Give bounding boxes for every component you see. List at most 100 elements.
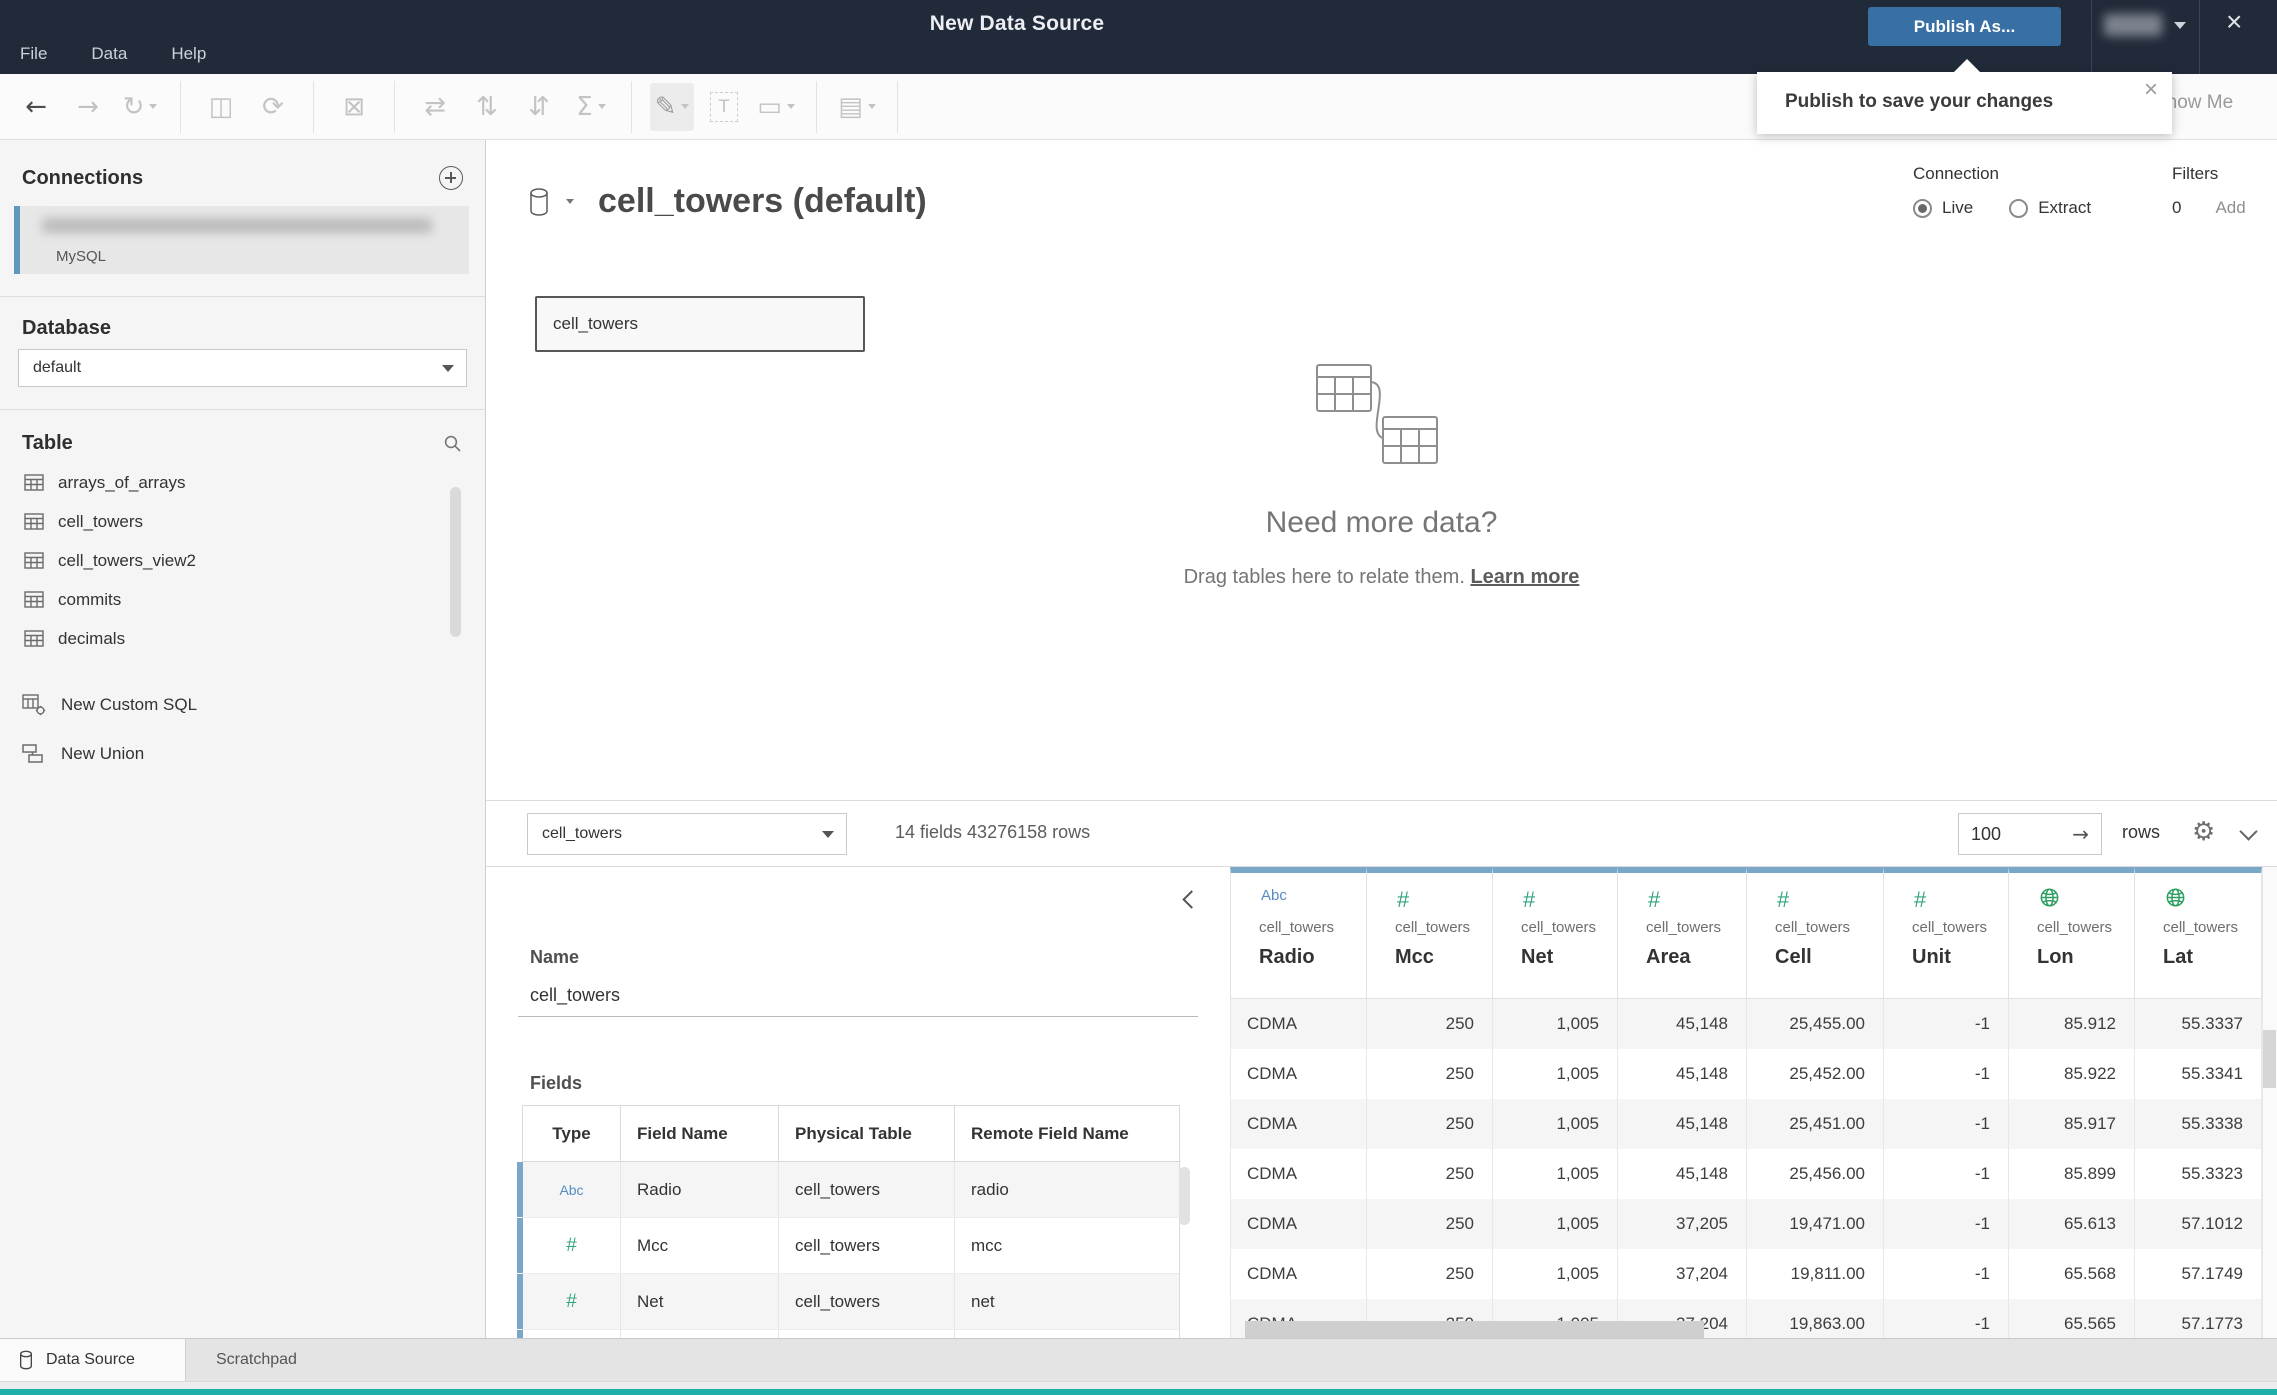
grid-data-row[interactable]: CDMA 250 1,005 37,204 19,811.00 -1 65.568 57.17… <box>1230 1249 2277 1299</box>
redo-icon[interactable]: → <box>66 83 110 131</box>
database-header: Database <box>22 317 111 339</box>
search-icon[interactable] <box>443 434 463 454</box>
tab-scratchpad[interactable]: Scratchpad <box>186 1339 297 1381</box>
close-window-icon[interactable]: × <box>2226 8 2242 36</box>
empty-state-title: Need more data? <box>1265 506 1498 539</box>
sidebar-table-decimals[interactable]: decimals <box>0 619 485 658</box>
new-custom-sql-item[interactable]: New Custom SQL <box>0 694 485 716</box>
grid-cell: 55.3323 <box>2135 1149 2262 1199</box>
grid-col-header-lon[interactable]: cell_towers Lon <box>2009 867 2135 999</box>
refresh-data-icon[interactable]: ⟳ <box>251 83 295 131</box>
grid-data-row[interactable]: CDMA 250 1,005 45,148 25,451.00 -1 85.917 55.33… <box>1230 1099 2277 1149</box>
grid-cell: 45,148 <box>1618 999 1747 1049</box>
apply-arrow-icon[interactable]: → <box>2072 822 2089 846</box>
table-chip-cell-towers[interactable]: cell_towers <box>535 296 865 352</box>
swap-rows-columns-icon[interactable]: ⇄ <box>413 83 457 131</box>
clear-sheet-icon[interactable]: ⊠ <box>332 83 376 131</box>
window-title: New Data Source <box>929 12 1105 35</box>
field-row[interactable]: Abc Radio cell_towers radio <box>517 1162 1179 1218</box>
fit-icon-glyph: ▭ <box>757 91 782 122</box>
datasource-menu-caret-icon[interactable] <box>566 199 574 204</box>
grid-cell: 1,005 <box>1493 1099 1618 1149</box>
user-account-menu[interactable] <box>2104 14 2186 36</box>
grid-cell: 1,005 <box>1493 1199 1618 1249</box>
sidebar-table-arrays_of_arrays[interactable]: arrays_of_arrays <box>0 463 485 502</box>
connection-type-label: MySQL <box>56 248 107 265</box>
grid-col-header-mcc[interactable]: # cell_towers Mcc <box>1367 867 1493 999</box>
grid-col-header-radio[interactable]: Abc cell_towers Radio <box>1230 867 1367 999</box>
field-row[interactable]: # Net cell_towers net <box>517 1274 1179 1330</box>
database-cylinder-icon <box>527 187 551 217</box>
extract-radio[interactable]: Extract <box>2009 198 2091 218</box>
table-name-label: cell_towers <box>58 511 144 531</box>
grid-header-row: Abc cell_towers Radio # cell_towers Mcc # cell_… <box>1230 867 2277 999</box>
sidebar-table-cell_towers_view2[interactable]: cell_towers_view2 <box>0 541 485 580</box>
grid-cell: 85.899 <box>2009 1149 2135 1199</box>
undo-icon[interactable]: ← <box>14 83 58 131</box>
grid-col-header-lat[interactable]: cell_towers Lat <box>2135 867 2262 999</box>
grid-cell: 65.613 <box>2009 1199 2135 1249</box>
sidebar-scrollbar-thumb[interactable] <box>450 487 461 637</box>
fields-col-header: Field Name <box>621 1106 779 1162</box>
live-radio[interactable]: Live <box>1913 198 1973 218</box>
grid-col-header-area[interactable]: # cell_towers Area <box>1618 867 1747 999</box>
totals-icon[interactable]: Σ <box>569 83 613 131</box>
grid-data-row[interactable]: CDMA 250 1,005 45,148 25,456.00 -1 85.899 55.33… <box>1230 1149 2277 1199</box>
menu-help[interactable]: Help <box>171 44 206 64</box>
preview-table-select[interactable]: cell_towers <box>527 813 847 855</box>
menu-data[interactable]: Data <box>91 44 127 64</box>
grid-data-row[interactable]: CDMA 250 1,005 45,148 25,455.00 -1 85.912 55.33… <box>1230 999 2277 1049</box>
grid-vertical-scrollbar[interactable] <box>2262 867 2277 1338</box>
grid-horizontal-scrollbar-thumb[interactable] <box>1245 1321 1704 1338</box>
gear-icon[interactable]: ⚙ <box>2192 817 2215 847</box>
grid-data-row[interactable]: CDMA 250 1,005 37,205 19,471.00 -1 65.613 57.10… <box>1230 1199 2277 1249</box>
field-row[interactable]: # Mcc cell_towers mcc <box>517 1218 1179 1274</box>
collapse-pane-icon[interactable] <box>1182 890 1201 909</box>
grid-cell: -1 <box>1884 1249 2009 1299</box>
new-union-item[interactable]: New Union <box>0 744 485 764</box>
publish-as-button[interactable]: Publish As... <box>1868 7 2061 46</box>
pause-updates-icon-glyph: ◫ <box>208 91 234 122</box>
grid-col-header-net[interactable]: # cell_towers Net <box>1493 867 1618 999</box>
text-label-icon[interactable]: T <box>702 83 746 131</box>
sort-ascending-icon[interactable]: ⇅ <box>465 83 509 131</box>
sidebar-table-cell_towers[interactable]: cell_towers <box>0 502 485 541</box>
grid-data-row[interactable]: CDMA 250 1,005 45,148 25,452.00 -1 85.922 55.33… <box>1230 1049 2277 1099</box>
fit-icon[interactable]: ▭ <box>754 83 798 131</box>
field-row[interactable] <box>517 1330 1179 1338</box>
filters-label: Filters <box>2172 164 2219 183</box>
add-connection-icon[interactable] <box>439 166 463 190</box>
connection-item[interactable]: MySQL <box>14 206 469 274</box>
grid-cell: CDMA <box>1230 1199 1367 1249</box>
table-name-label: arrays_of_arrays <box>58 472 186 492</box>
sort-ascending-icon-glyph: ⇅ <box>476 91 498 122</box>
new-union-label: New Union <box>61 744 145 763</box>
row-count-input[interactable]: 100 → <box>1958 813 2102 855</box>
grid-cell: 45,148 <box>1618 1149 1747 1199</box>
sort-descending-icon[interactable]: ⇵ <box>517 83 561 131</box>
tab-data-source[interactable]: Data Source <box>0 1339 186 1381</box>
filters-count: 0 <box>2172 198 2182 217</box>
related-tables-illustration <box>1315 364 1438 464</box>
replay-icon[interactable]: ↻ <box>118 83 162 131</box>
tooltip-close-icon[interactable]: × <box>2144 76 2158 104</box>
toolbar-separator <box>816 80 817 133</box>
name-input[interactable]: cell_towers <box>518 979 1198 1017</box>
menu-file[interactable]: File <box>20 44 47 64</box>
fields-scrollbar-thumb[interactable] <box>1179 1167 1190 1225</box>
show-cards-icon[interactable]: ▤ <box>835 83 879 131</box>
grid-cell: 45,148 <box>1618 1099 1747 1149</box>
database-select[interactable]: default <box>18 349 467 387</box>
custom-sql-icon <box>22 694 46 716</box>
pause-updates-icon[interactable]: ◫ <box>199 83 243 131</box>
grid-col-header-unit[interactable]: # cell_towers Unit <box>1884 867 2009 999</box>
dropdown-caret-icon <box>786 104 795 109</box>
highlight-icon[interactable]: ✎ <box>650 82 694 131</box>
grid-col-header-cell[interactable]: # cell_towers Cell <box>1747 867 1884 999</box>
sidebar-table-commits[interactable]: commits <box>0 580 485 619</box>
learn-more-link[interactable]: Learn more <box>1470 566 1579 588</box>
chevron-down-icon[interactable] <box>2239 822 2258 841</box>
filters-add-link[interactable]: Add <box>2215 198 2245 218</box>
empty-state-text: Drag tables here to relate them. <box>1183 566 1471 588</box>
grid-vertical-scrollbar-thumb[interactable] <box>2263 1030 2276 1088</box>
